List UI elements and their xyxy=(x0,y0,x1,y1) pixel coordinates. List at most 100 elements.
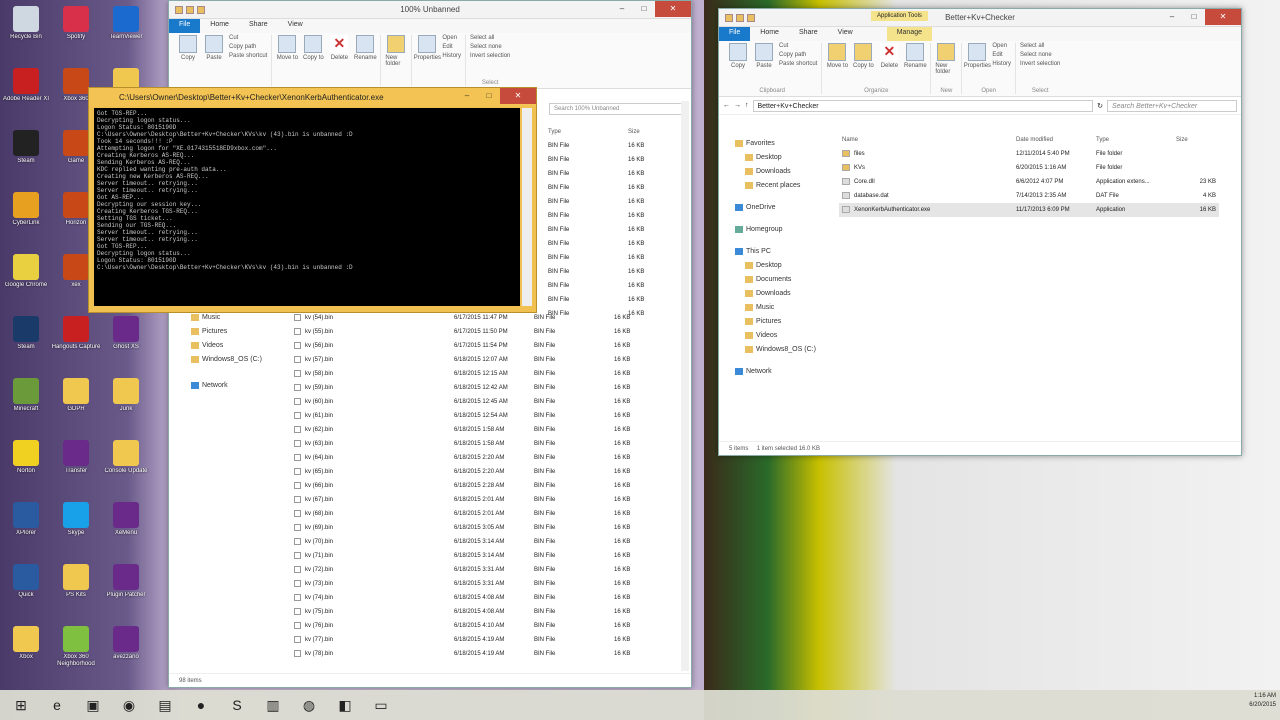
rename-button[interactable]: Rename xyxy=(904,43,927,69)
maximize-button[interactable]: □ xyxy=(633,1,655,17)
copy-button[interactable]: Copy xyxy=(177,35,199,61)
edit-button[interactable]: Edit xyxy=(992,52,1011,58)
file-row[interactable]: Core.dll 6/6/2012 4:07 PM Application exte… xyxy=(839,175,1219,189)
file-row[interactable]: kv (71).bin 6/18/2015 3:14 AM BIN File 16 K… xyxy=(291,549,651,563)
desktop-shortcut[interactable]: Recycle Bin xyxy=(0,4,52,64)
desktop-shortcut[interactable]: Steam xyxy=(0,128,52,188)
nav-item[interactable]: Videos xyxy=(727,329,816,343)
row-checkbox[interactable] xyxy=(294,622,301,630)
windows-start-icon[interactable]: ⊞ xyxy=(8,693,34,717)
file-row[interactable]: kv (61).bin 6/18/2015 12:54 AM BIN File 16 … xyxy=(291,409,651,423)
row-checkbox[interactable] xyxy=(294,356,301,364)
tab-file[interactable]: File xyxy=(719,27,751,41)
file-row[interactable]: kv (60).bin 6/18/2015 12:45 AM BIN File 16 … xyxy=(291,395,651,409)
column-type[interactable]: Type xyxy=(545,125,625,139)
file-row[interactable]: kv (78).bin 6/18/2015 4:19 AM BIN File 16 K… xyxy=(291,647,651,661)
desktop-shortcut[interactable]: Console Update xyxy=(100,438,152,498)
desktop-shortcut[interactable]: Plugin Patcher xyxy=(100,562,152,622)
close-button[interactable]: ✕ xyxy=(500,88,536,104)
file-row[interactable]: kv (74).bin 6/18/2015 4:08 AM BIN File 16 K… xyxy=(291,591,651,605)
column-date[interactable]: Date modified xyxy=(1013,133,1093,147)
maximize-button[interactable]: □ xyxy=(478,88,500,104)
title-bar[interactable]: 100% Unbanned – □ ✕ xyxy=(169,1,691,19)
forward-arrow-icon[interactable]: → xyxy=(734,102,741,109)
desktop-shortcut[interactable]: Steam xyxy=(0,314,52,374)
file-row[interactable]: kv (58).bin 6/18/2015 12:15 AM BIN File 16 … xyxy=(291,367,651,381)
file-row[interactable]: files 12/11/2014 5:40 PM File folder xyxy=(839,147,1219,161)
new-folder-button[interactable]: New folder xyxy=(385,35,407,67)
paste-shortcut-button[interactable]: Paste shortcut xyxy=(779,61,817,67)
row-checkbox[interactable] xyxy=(294,454,301,462)
copy-to-button[interactable]: Copy to xyxy=(852,43,874,69)
desktop-shortcut[interactable]: Spotify xyxy=(50,4,102,64)
nav-item[interactable]: Desktop xyxy=(727,259,816,273)
title-bar[interactable]: Application Tools Better+Kv+Checker – □ ✕ xyxy=(719,9,1241,27)
column-type[interactable]: Type xyxy=(1093,133,1173,147)
file-row[interactable]: BIN File 16 KB xyxy=(545,195,665,209)
minimize-button[interactable]: – xyxy=(611,1,633,17)
nav-item[interactable]: Music xyxy=(727,301,816,315)
row-checkbox[interactable] xyxy=(294,580,301,588)
remote-icon[interactable]: ◧ xyxy=(332,693,358,717)
file-row[interactable]: kv (75).bin 6/18/2015 4:08 AM BIN File 16 K… xyxy=(291,605,651,619)
file-row[interactable]: kv (57).bin 6/18/2015 12:07 AM BIN File 16 … xyxy=(291,353,651,367)
maximize-button[interactable]: □ xyxy=(1183,9,1205,25)
row-checkbox[interactable] xyxy=(294,594,301,602)
row-checkbox[interactable] xyxy=(294,370,301,378)
cut-button[interactable]: Cut xyxy=(779,43,817,49)
column-size[interactable]: Size xyxy=(1173,133,1219,147)
nav-item[interactable]: Music xyxy=(191,311,262,325)
back-arrow-icon[interactable]: ← xyxy=(723,102,730,109)
desktop-shortcut[interactable]: Hangouts Capture xyxy=(50,314,102,374)
new-folder-button[interactable]: New folder xyxy=(935,43,957,75)
file-row[interactable]: kv (72).bin 6/18/2015 3:31 AM BIN File 16 K… xyxy=(291,563,651,577)
row-checkbox[interactable] xyxy=(294,552,301,560)
file-row[interactable]: database.dat 7/14/2013 2:35 AM DAT File 4 K… xyxy=(839,189,1219,203)
open-button[interactable]: Open xyxy=(992,43,1011,49)
nav-item[interactable]: Windows8_OS (C:) xyxy=(191,353,262,367)
desktop-shortcut[interactable]: PS Kits xyxy=(50,562,102,622)
row-checkbox[interactable] xyxy=(294,342,301,350)
row-checkbox[interactable] xyxy=(294,328,301,336)
address-bar[interactable]: Better+Kv+Checker xyxy=(752,99,1094,112)
delete-button[interactable]: ✕ Delete xyxy=(878,43,900,69)
select-all-button[interactable]: Select all xyxy=(1020,43,1060,49)
rename-button[interactable]: Rename xyxy=(354,35,377,61)
file-row[interactable]: BIN File 16 KB xyxy=(545,223,665,237)
desktop-shortcut[interactable]: XeMenu xyxy=(100,500,152,560)
paste-button[interactable]: Paste xyxy=(753,43,775,69)
desktop-shortcut[interactable]: Norton xyxy=(0,438,52,498)
move-to-button[interactable]: Move to xyxy=(276,35,298,61)
file-row[interactable]: kv (59).bin 6/18/2015 12:42 AM BIN File 16 … xyxy=(291,381,651,395)
row-checkbox[interactable] xyxy=(294,496,301,504)
file-row[interactable]: kv (77).bin 6/18/2015 4:19 AM BIN File 16 K… xyxy=(291,633,651,647)
file-row[interactable]: BIN File 16 KB xyxy=(545,181,665,195)
tab-view[interactable]: View xyxy=(278,19,313,33)
minimize-button[interactable]: – xyxy=(1161,9,1183,25)
desktop-shortcut[interactable]: Google Chrome xyxy=(0,252,52,312)
row-checkbox[interactable] xyxy=(294,412,301,420)
file-row[interactable]: BIN File 16 KB xyxy=(545,209,665,223)
file-row[interactable]: kv (76).bin 6/18/2015 4:10 AM BIN File 16 K… xyxy=(291,619,651,633)
nav-item[interactable]: Favorites xyxy=(727,137,816,151)
file-row[interactable]: kv (56).bin 6/17/2015 11:54 PM BIN File 16 … xyxy=(291,339,651,353)
row-checkbox[interactable] xyxy=(294,566,301,574)
open-button[interactable]: Open xyxy=(442,35,461,41)
file-row[interactable]: kv (54).bin 6/17/2015 11:47 PM BIN File 16 … xyxy=(291,311,651,325)
file-row[interactable]: kv (69).bin 6/18/2015 3:05 AM BIN File 16 K… xyxy=(291,521,651,535)
desktop-shortcut[interactable]: CyberLink xyxy=(0,190,52,250)
close-button[interactable]: ✕ xyxy=(655,1,691,17)
desktop-shortcut[interactable]: Transfer xyxy=(50,438,102,498)
refresh-icon[interactable]: ↻ xyxy=(1097,102,1103,110)
file-row[interactable]: BIN File 16 KB xyxy=(545,153,665,167)
select-none-button[interactable]: Select none xyxy=(1020,52,1060,58)
nav-item[interactable]: Homegroup xyxy=(727,223,816,237)
console-scrollbar[interactable] xyxy=(522,108,532,306)
tab-share[interactable]: Share xyxy=(239,19,278,33)
scrollbar[interactable] xyxy=(681,101,689,671)
paste-button[interactable]: Paste xyxy=(203,35,225,61)
steam-icon[interactable]: ◍ xyxy=(296,693,322,717)
nav-item[interactable]: Pictures xyxy=(727,315,816,329)
copy-button[interactable]: Copy xyxy=(727,43,749,69)
delete-button[interactable]: ✕ Delete xyxy=(328,35,350,61)
